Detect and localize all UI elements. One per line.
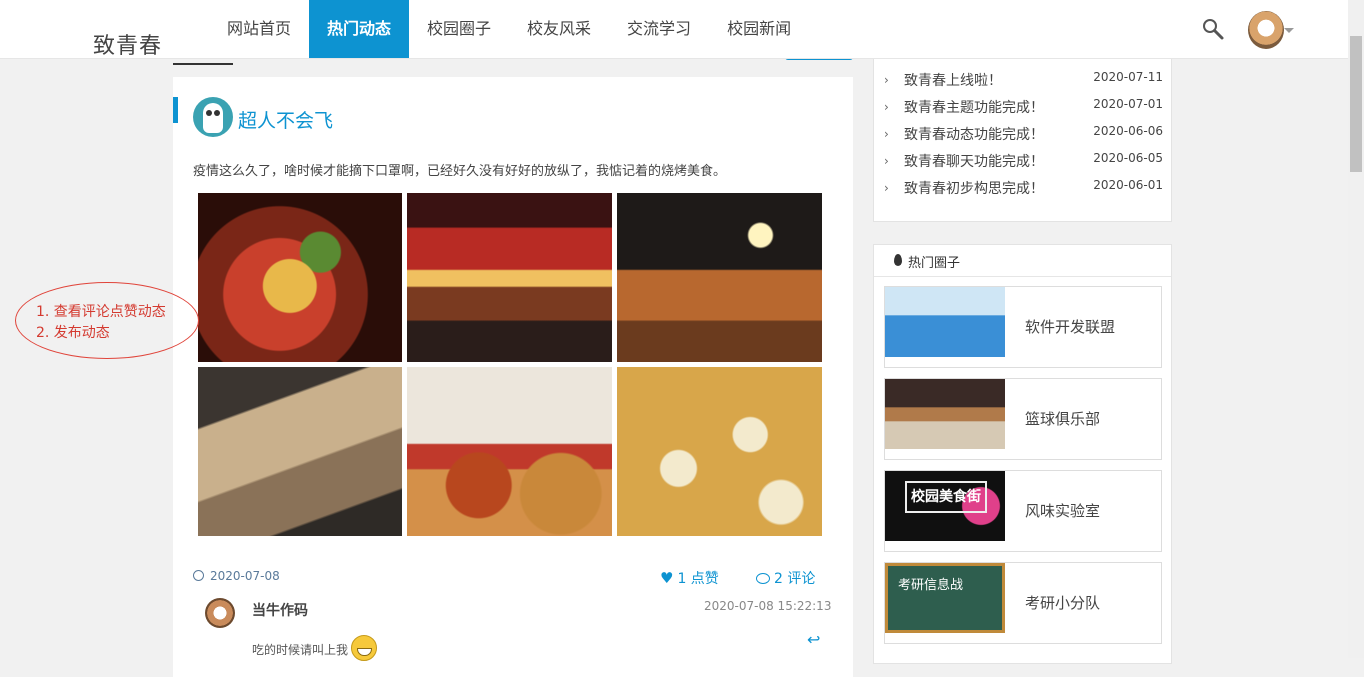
post-author[interactable]: 超人不会飞 <box>238 106 333 133</box>
comment-text: 吃的时候请叫上我 <box>252 635 378 661</box>
nav-home[interactable]: 网站首页 <box>209 0 309 58</box>
nav-alumni[interactable]: 校友风采 <box>509 0 609 58</box>
chevron-right-icon: › <box>884 73 889 87</box>
main-nav: 网站首页 热门动态 校园圈子 校友风采 交流学习 校园新闻 <box>209 0 809 58</box>
top-navbar: 致青春 网站首页 热门动态 校园圈子 校友风采 交流学习 校园新闻 <box>0 0 1348 59</box>
commenter-name[interactable]: 当牛作码 <box>252 600 308 620</box>
nav-study[interactable]: 交流学习 <box>609 0 709 58</box>
post-card: 超人不会飞 疫情这么久了，啥时候才能摘下口罩啊，已经好久没有好好的放纵了，我惦记… <box>173 77 853 677</box>
chevron-right-icon: › <box>884 181 889 195</box>
post-photo[interactable] <box>407 367 612 536</box>
circle-card-exam-team[interactable]: 考研信息战 考研小分队 <box>884 562 1162 644</box>
annotation-line-2: 2. 发布动态 <box>36 325 110 341</box>
fire-icon <box>894 254 902 266</box>
post-content: 疫情这么久了，啥时候才能摘下口罩啊，已经好久没有好好的放纵了，我惦记着的烧烤美食… <box>193 164 727 179</box>
post-photo[interactable] <box>198 367 402 536</box>
news-panel: › 致青春上线啦！ 2020-07-11 › 致青春主题功能完成！ 2020-0… <box>873 58 1172 222</box>
user-avatar[interactable] <box>1248 11 1284 49</box>
circle-card-software[interactable]: 软件开发联盟 <box>884 286 1162 368</box>
nav-campus-news[interactable]: 校园新闻 <box>709 0 809 58</box>
clock-icon <box>193 570 204 581</box>
comment-button[interactable]: 2 评论 <box>756 568 815 588</box>
hot-circles-panel: 热门圈子 软件开发联盟 篮球俱乐部 校园美食街 风味实验室 考研信息战 考研小分… <box>873 244 1172 664</box>
hot-circles-header: 热门圈子 <box>874 245 1171 277</box>
section-divider <box>173 63 233 65</box>
comment-bubble-icon <box>756 573 770 584</box>
post-photo[interactable] <box>617 193 822 362</box>
circle-card-flavor-lab[interactable]: 校园美食街 风味实验室 <box>884 470 1162 552</box>
circle-card-basketball[interactable]: 篮球俱乐部 <box>884 378 1162 460</box>
circle-thumbnail: 考研信息战 <box>885 563 1005 633</box>
circle-thumbnail: 校园美食街 <box>885 471 1005 541</box>
news-item[interactable]: › 致青春聊天功能完成！ 2020-06-05 <box>884 151 1167 173</box>
post-photo[interactable] <box>617 367 822 536</box>
circle-thumbnail <box>885 379 1005 449</box>
site-brand[interactable]: 致青春 <box>93 28 162 60</box>
comment-time: 2020-07-08 15:22:13 <box>704 599 832 613</box>
author-avatar[interactable] <box>193 97 233 137</box>
post-photo-grid <box>198 193 822 536</box>
post-date: 2020-07-08 <box>193 569 280 583</box>
commenter-avatar[interactable] <box>205 598 235 628</box>
page-scrollbar[interactable] <box>1348 0 1364 658</box>
reply-icon[interactable]: ↩ <box>807 630 820 649</box>
nav-hot-posts[interactable]: 热门动态 <box>309 0 410 58</box>
search-icon[interactable] <box>1201 17 1225 41</box>
circle-thumbnail <box>885 287 1005 357</box>
news-item[interactable]: › 致青春主题功能完成！ 2020-07-01 <box>884 97 1167 119</box>
news-item[interactable]: › 致青春上线啦！ 2020-07-11 <box>884 70 1167 92</box>
annotation-line-1: 1. 查看评论点赞动态 <box>36 304 166 320</box>
scrollbar-thumb[interactable] <box>1350 36 1362 172</box>
heart-icon: ♥ <box>660 569 674 587</box>
like-button[interactable]: ♥ 1 点赞 <box>660 568 719 588</box>
chevron-right-icon: › <box>884 127 889 141</box>
chevron-right-icon: › <box>884 154 889 168</box>
news-item[interactable]: › 致青春初步构思完成！ 2020-06-01 <box>884 178 1167 200</box>
nav-campus-circles[interactable]: 校园圈子 <box>409 0 509 58</box>
post-accent-bar <box>173 97 178 123</box>
grin-emoji-icon <box>351 635 378 661</box>
chevron-right-icon: › <box>884 100 889 114</box>
news-item[interactable]: › 致青春动态功能完成！ 2020-06-06 <box>884 124 1167 146</box>
post-photo[interactable] <box>407 193 612 362</box>
post-photo[interactable] <box>198 193 402 362</box>
chevron-down-icon[interactable] <box>1284 28 1294 33</box>
